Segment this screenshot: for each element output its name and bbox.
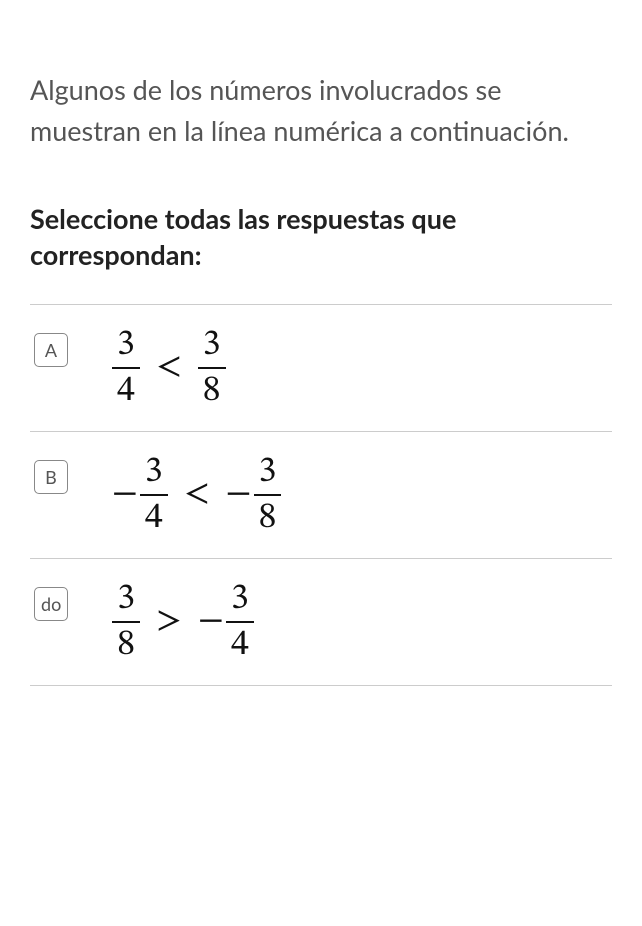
denominator: 4 [226,623,254,663]
numerator: 3 [112,327,140,369]
denominator: 8 [112,623,140,663]
operator: > [156,599,182,644]
intro-text: Algunos de los números involucrados se m… [30,70,612,151]
math-expression: − 3 4 < − 3 8 [112,454,281,536]
option-row[interactable]: A 3 4 < 3 8 [30,305,612,432]
denominator: 4 [140,496,168,536]
fraction: 3 4 [140,454,168,536]
operator: < [156,345,182,390]
operator: < [184,472,210,517]
minus-sign: − [198,599,224,644]
minus-sign: − [112,472,138,517]
numerator: 3 [112,581,140,623]
denominator: 4 [112,369,140,409]
numerator: 3 [254,454,282,496]
fraction: 3 8 [198,327,226,409]
numerator: 3 [226,581,254,623]
options-list: A 3 4 < 3 8 B − 3 4 < [30,304,612,686]
denominator: 8 [198,369,226,409]
fraction: 3 4 [226,581,254,663]
option-badge-a[interactable]: A [34,333,68,367]
numerator: 3 [198,327,226,369]
math-expression: 3 4 < 3 8 [112,327,226,409]
instruction-text: Seleccione todas las respuestas que corr… [30,201,612,274]
minus-sign: − [226,472,252,517]
option-row[interactable]: do 3 8 > − 3 4 [30,559,612,686]
option-badge-b[interactable]: B [34,460,68,494]
option-row[interactable]: B − 3 4 < − 3 8 [30,432,612,559]
option-badge-do[interactable]: do [34,587,68,621]
fraction: 3 8 [254,454,282,536]
fraction: 3 8 [112,581,140,663]
math-expression: 3 8 > − 3 4 [112,581,254,663]
numerator: 3 [140,454,168,496]
fraction: 3 4 [112,327,140,409]
denominator: 8 [254,496,282,536]
